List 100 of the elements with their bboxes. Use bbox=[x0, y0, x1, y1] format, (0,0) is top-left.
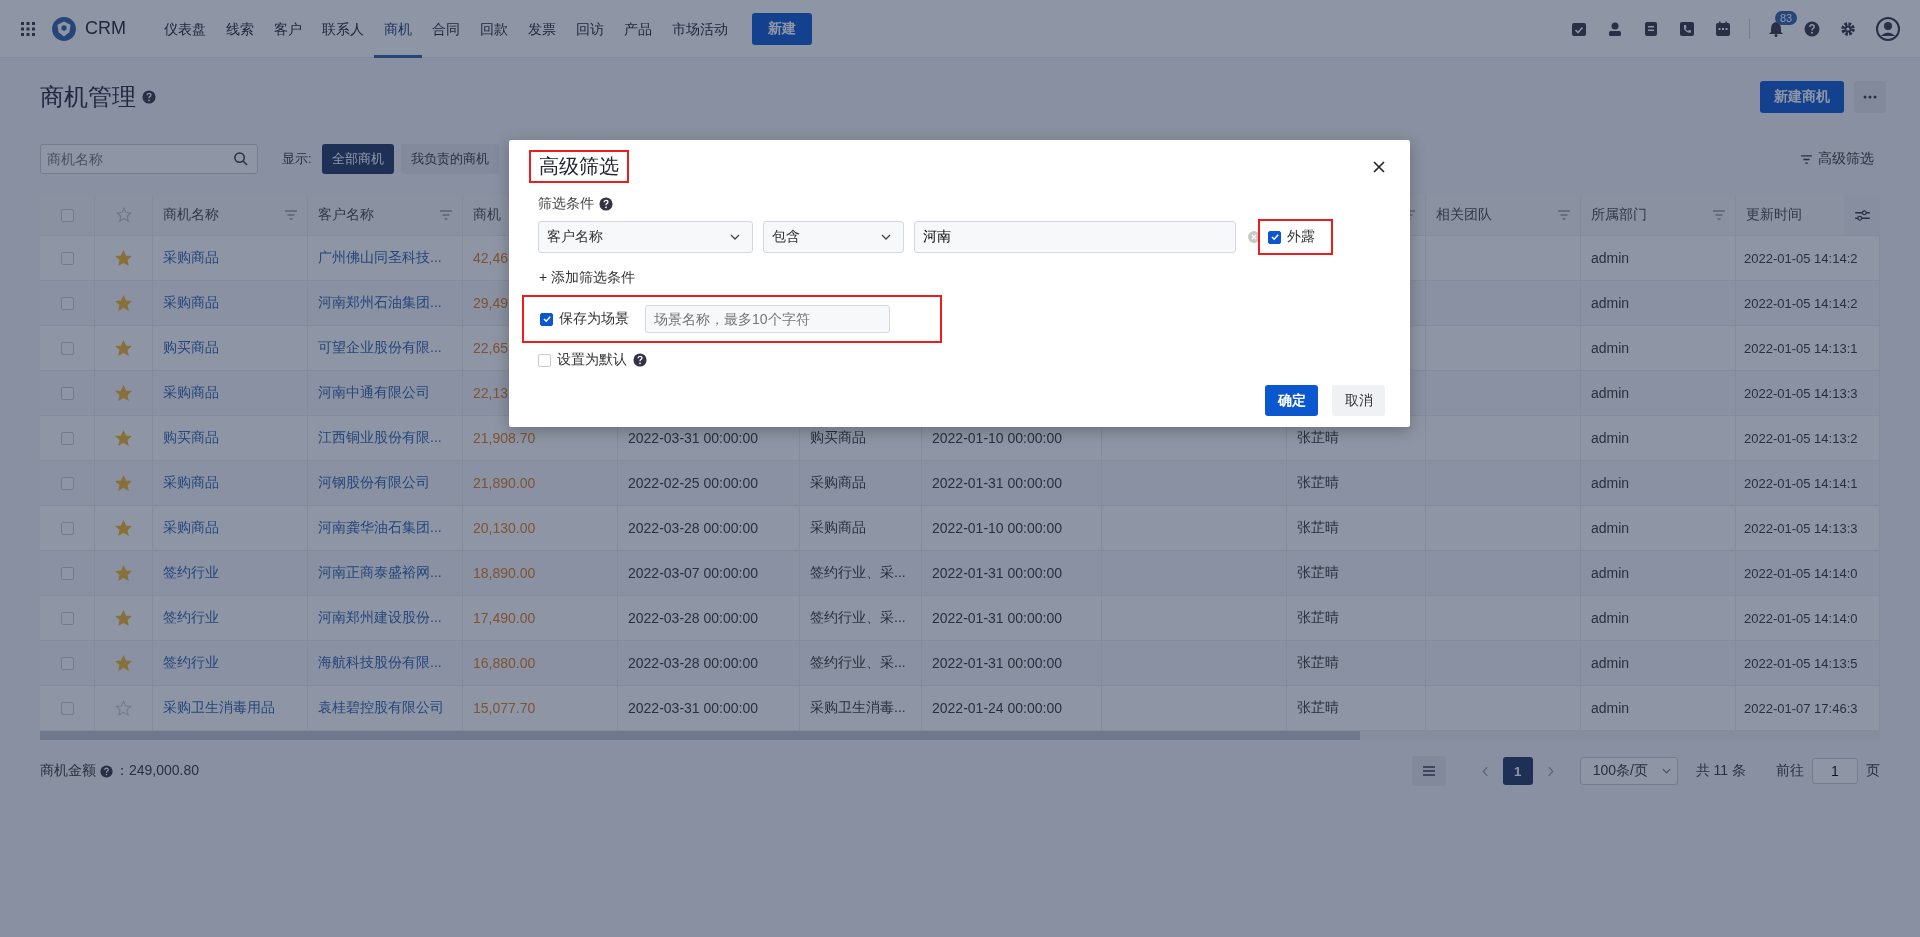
scope-tab[interactable]: 我负责的商机 bbox=[400, 144, 499, 174]
phone-icon[interactable] bbox=[1679, 20, 1695, 37]
table-cell[interactable]: 购买商品 bbox=[163, 429, 219, 447]
row-checkbox[interactable] bbox=[60, 431, 74, 445]
help-icon[interactable] bbox=[633, 353, 647, 367]
nav-tab[interactable]: 仪表盘 bbox=[154, 0, 216, 58]
more-button[interactable] bbox=[1854, 81, 1886, 113]
save-scene-checkbox[interactable] bbox=[540, 312, 553, 326]
row-checkbox[interactable] bbox=[60, 296, 74, 310]
row-checkbox[interactable] bbox=[60, 656, 74, 670]
star-icon[interactable] bbox=[115, 249, 132, 267]
advanced-filter-button[interactable]: 高级筛选 bbox=[1795, 149, 1880, 169]
page-size-select[interactable]: 100条/页 bbox=[1579, 757, 1678, 785]
row-checkbox[interactable] bbox=[60, 521, 74, 535]
star-icon[interactable] bbox=[115, 519, 132, 537]
table-cell[interactable]: 河南郑州建设股份... bbox=[318, 609, 442, 627]
goto-page-field[interactable]: 1 bbox=[1812, 758, 1858, 784]
exposed-checkbox[interactable] bbox=[1268, 230, 1281, 244]
table-cell[interactable]: 河南龚华油石集团... bbox=[318, 519, 442, 537]
row-checkbox[interactable] bbox=[60, 701, 74, 715]
star-icon[interactable] bbox=[115, 609, 132, 627]
table-cell[interactable]: 签约行业 bbox=[163, 609, 219, 627]
field-select[interactable]: 客户名称 bbox=[538, 221, 753, 253]
nav-tab[interactable]: 发票 bbox=[518, 0, 566, 58]
document-icon[interactable] bbox=[1643, 20, 1659, 37]
star-icon[interactable] bbox=[115, 339, 132, 357]
nav-tab[interactable]: 产品 bbox=[614, 0, 662, 58]
star-icon[interactable] bbox=[115, 699, 132, 717]
default-checkbox[interactable] bbox=[538, 353, 551, 367]
confirm-button[interactable]: 确定 bbox=[1265, 385, 1318, 416]
star-icon[interactable] bbox=[115, 429, 132, 447]
filter-icon[interactable] bbox=[285, 210, 297, 220]
cancel-button[interactable]: 取消 bbox=[1332, 385, 1385, 416]
nav-tab[interactable]: 市场活动 bbox=[662, 0, 738, 58]
nav-tab[interactable]: 联系人 bbox=[312, 0, 374, 58]
table-cell: admin bbox=[1591, 565, 1630, 581]
star-icon[interactable] bbox=[115, 564, 132, 582]
star-icon[interactable] bbox=[115, 384, 132, 402]
nav-tab[interactable]: 线索 bbox=[216, 0, 264, 58]
star-icon[interactable] bbox=[115, 294, 132, 312]
person-icon[interactable] bbox=[1607, 20, 1623, 37]
filter-icon[interactable] bbox=[1558, 210, 1570, 220]
nav-tab[interactable]: 客户 bbox=[264, 0, 312, 58]
row-checkbox[interactable] bbox=[60, 341, 74, 355]
table-cell[interactable]: 河南中通有限公司 bbox=[318, 384, 430, 402]
new-opportunity-button[interactable]: 新建商机 bbox=[1760, 81, 1844, 113]
help-icon[interactable] bbox=[599, 197, 613, 211]
row-checkbox[interactable] bbox=[60, 386, 74, 400]
bell-icon[interactable] bbox=[1768, 20, 1784, 37]
table-cell[interactable]: 签约行业 bbox=[163, 654, 219, 672]
settings-icon[interactable] bbox=[1840, 20, 1856, 37]
search-icon[interactable] bbox=[233, 151, 248, 166]
next-page-icon[interactable] bbox=[1546, 765, 1554, 777]
page-number-button[interactable]: 1 bbox=[1502, 757, 1533, 785]
table-cell[interactable]: 采购商品 bbox=[163, 294, 219, 312]
nav-tab[interactable]: 商机 bbox=[374, 0, 422, 58]
table-cell[interactable]: 可望企业股份有限... bbox=[318, 339, 442, 357]
filter-icon[interactable] bbox=[440, 210, 452, 220]
filter-icon[interactable] bbox=[1713, 210, 1725, 220]
nav-tab[interactable]: 回访 bbox=[566, 0, 614, 58]
calendar-icon[interactable] bbox=[1715, 20, 1731, 37]
app-grid-icon[interactable] bbox=[21, 21, 35, 36]
close-icon[interactable] bbox=[1373, 160, 1385, 173]
star-icon[interactable] bbox=[115, 654, 132, 672]
table-cell[interactable]: 采购商品 bbox=[163, 384, 219, 402]
scope-tab[interactable]: 全部商机 bbox=[321, 144, 394, 174]
table-cell: 2022-01-05 14:14:0 bbox=[1744, 610, 1858, 626]
avatar-icon[interactable] bbox=[1876, 16, 1900, 41]
table-cell[interactable]: 采购商品 bbox=[163, 474, 219, 492]
table-cell[interactable]: 购买商品 bbox=[163, 339, 219, 357]
table-cell[interactable]: 河钢股份有限公司 bbox=[318, 474, 430, 492]
search-field[interactable]: 商机名称 bbox=[40, 144, 258, 174]
star-icon[interactable] bbox=[115, 474, 132, 492]
table-cell[interactable]: 海航科技股份有限... bbox=[318, 654, 442, 672]
table-cell[interactable]: 河南正商泰盛裕网... bbox=[318, 564, 442, 582]
horizontal-scrollbar[interactable] bbox=[40, 731, 1360, 740]
scene-name-field[interactable]: 场景名称，最多10个字符 bbox=[645, 305, 890, 333]
calendar-check-icon[interactable] bbox=[1571, 20, 1587, 37]
clear-icon[interactable] bbox=[1248, 231, 1260, 243]
table-cell[interactable]: 袁桂碧控股有限公司 bbox=[318, 699, 444, 717]
select-all-checkbox[interactable] bbox=[60, 208, 74, 222]
table-cell[interactable]: 采购卫生消毒用品 bbox=[163, 699, 275, 717]
nav-tab[interactable]: 回款 bbox=[470, 0, 518, 58]
row-checkbox[interactable] bbox=[60, 476, 74, 490]
table-cell[interactable]: 采购商品 bbox=[163, 519, 219, 537]
value-field[interactable]: 河南 bbox=[914, 221, 1236, 253]
add-condition-link[interactable]: + 添加筛选条件 bbox=[539, 269, 636, 287]
nav-tab[interactable]: 合同 bbox=[422, 0, 470, 58]
list-view-button[interactable] bbox=[1411, 756, 1446, 786]
operator-select[interactable]: 包含 bbox=[763, 221, 904, 253]
previous-page-icon[interactable] bbox=[1481, 765, 1489, 777]
table-cell[interactable]: 签约行业 bbox=[163, 564, 219, 582]
new-button[interactable]: 新建 bbox=[752, 12, 812, 45]
row-checkbox[interactable] bbox=[60, 251, 74, 265]
table-cell[interactable]: 江西铜业股份有限... bbox=[318, 429, 442, 447]
row-checkbox[interactable] bbox=[60, 611, 74, 625]
table-cell[interactable]: 采购商品 bbox=[163, 249, 219, 267]
row-checkbox[interactable] bbox=[60, 566, 74, 580]
table-cell[interactable]: 广州佛山同圣科技... bbox=[318, 249, 442, 267]
table-cell[interactable]: 河南郑州石油集团... bbox=[318, 294, 442, 312]
